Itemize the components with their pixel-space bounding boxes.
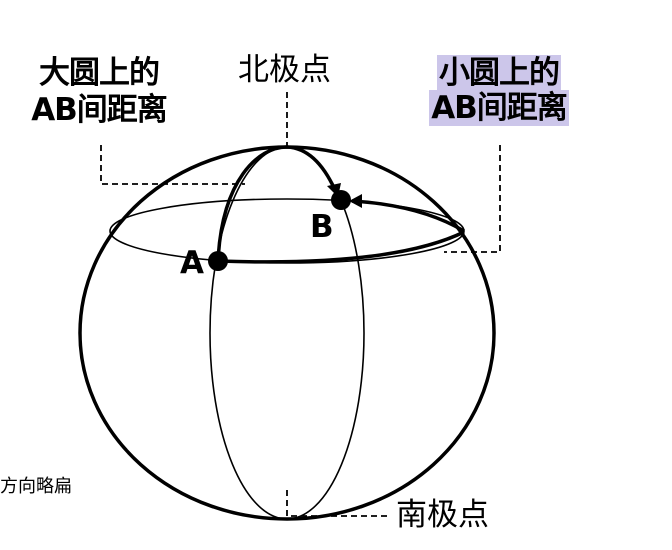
small-circle-label-line1: 小圆上的 [437, 55, 561, 91]
point-a-label: A [180, 245, 204, 281]
sphere-outline [78, 145, 496, 521]
south-pole-label: 南极点 [396, 497, 489, 533]
point-b-marker [331, 190, 351, 210]
small-circle-label-line2: AB间距离 [429, 90, 569, 126]
small-circle-label: 小圆上的 AB间距离 [424, 55, 574, 126]
great-circle-label-line1: 大圆上的 [39, 55, 160, 91]
small-circle-arrowhead [349, 194, 362, 208]
point-b-label: B [310, 209, 334, 245]
footnote-text: 北方向略扁 [0, 476, 72, 497]
small-circle-front-arc [217, 230, 465, 264]
great-circle-label: 大圆上的 AB间距离 [24, 58, 174, 126]
point-a-marker [208, 251, 228, 271]
great-circle-label-line2: AB间距离 [31, 92, 168, 128]
north-pole-label: 北极点 [238, 52, 331, 88]
